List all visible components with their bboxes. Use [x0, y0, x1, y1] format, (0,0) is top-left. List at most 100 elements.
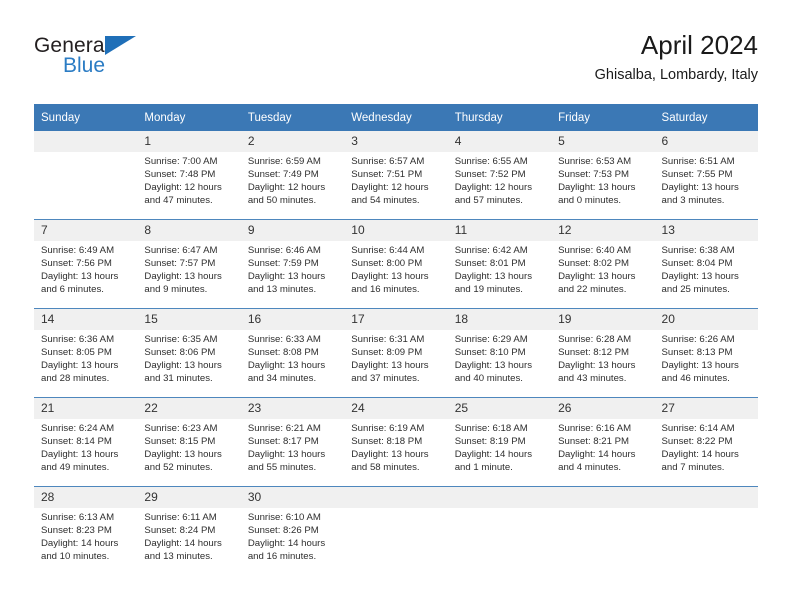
calendar-day-cell[interactable]: 27 Sunrise: 6:14 AM Sunset: 8:22 PM Dayligh… [654, 397, 758, 487]
daylight-text-line1: Daylight: 13 hours [144, 270, 222, 282]
day-number [551, 487, 655, 508]
daylight-text-line1: Daylight: 12 hours [247, 181, 326, 193]
sunset-text: Sunset: 8:21 PM [558, 435, 630, 447]
calendar-day-cell-empty [344, 486, 448, 575]
day-number: 7 [34, 220, 138, 241]
calendar-day-cell[interactable]: 16 Sunrise: 6:33 AM Sunset: 8:08 PM Dayligh… [240, 308, 345, 398]
day-number: 6 [654, 131, 758, 152]
sunrise-text: Sunrise: 6:14 AM [661, 423, 735, 434]
day-details: Sunrise: 6:14 AM Sunset: 8:22 PM Daylight:… [655, 419, 758, 475]
day-number: 19 [551, 309, 655, 330]
daylight-text-line1: Daylight: 13 hours [558, 270, 636, 282]
sunset-text: Sunset: 8:02 PM [558, 257, 630, 269]
daylight-text-line2: and 0 minutes. [558, 194, 622, 206]
calendar-day-cell[interactable]: 8 Sunrise: 6:47 AM Sunset: 7:57 PM Daylight… [137, 219, 241, 309]
calendar-day-cell[interactable]: 14 Sunrise: 6:36 AM Sunset: 8:05 PM Dayligh… [34, 308, 138, 398]
weekday-header-sunday: Sunday [34, 104, 138, 131]
weekday-header-saturday: Saturday [654, 104, 758, 131]
sunrise-text: Sunrise: 6:18 AM [454, 423, 528, 434]
sunrise-text: Sunrise: 6:57 AM [351, 156, 425, 167]
calendar-day-cell[interactable]: 19 Sunrise: 6:28 AM Sunset: 8:12 PM Dayligh… [551, 308, 655, 398]
calendar-header-row: Sunday Monday Tuesday Wednesday Thursday… [34, 104, 758, 131]
calendar-day-cell[interactable]: 21 Sunrise: 6:24 AM Sunset: 8:14 PM Dayligh… [34, 397, 138, 487]
daylight-text-line2: and 13 minutes. [144, 550, 213, 562]
calendar-day-cell[interactable]: 26 Sunrise: 6:16 AM Sunset: 8:21 PM Dayligh… [551, 397, 655, 487]
calendar-page: General Blue April 2024 Ghisalba, Lombar… [0, 0, 792, 612]
calendar-day-cell[interactable]: 29 Sunrise: 6:11 AM Sunset: 8:24 PM Dayligh… [137, 486, 241, 575]
sunset-text: Sunset: 8:06 PM [144, 346, 216, 358]
day-details: Sunrise: 6:19 AM Sunset: 8:18 PM Daylight:… [344, 419, 447, 475]
day-details: Sunrise: 6:23 AM Sunset: 8:15 PM Daylight:… [137, 419, 240, 475]
daylight-text-line2: and 10 minutes. [41, 550, 110, 562]
sunrise-text: Sunrise: 6:36 AM [41, 334, 115, 345]
day-details: Sunrise: 6:11 AM Sunset: 8:24 PM Daylight:… [137, 508, 240, 564]
logo-text-blue: Blue [63, 54, 106, 77]
day-details: Sunrise: 6:35 AM Sunset: 8:06 PM Daylight:… [137, 330, 240, 386]
calendar-day-cell[interactable]: 15 Sunrise: 6:35 AM Sunset: 8:06 PM Dayligh… [137, 308, 241, 398]
calendar-day-cell[interactable]: 17 Sunrise: 6:31 AM Sunset: 8:09 PM Dayligh… [344, 308, 448, 398]
calendar-day-cell[interactable]: 7 Sunrise: 6:49 AM Sunset: 7:56 PM Daylight… [34, 219, 138, 309]
daylight-text-line1: Daylight: 13 hours [41, 359, 119, 371]
calendar-day-cell[interactable]: 30 Sunrise: 6:10 AM Sunset: 8:26 PM Dayligh… [240, 486, 345, 575]
sunset-text: Sunset: 7:59 PM [247, 257, 319, 269]
sunrise-text: Sunrise: 6:46 AM [247, 245, 321, 256]
calendar-day-cell[interactable]: 12 Sunrise: 6:40 AM Sunset: 8:02 PM Dayligh… [551, 219, 655, 309]
calendar-day-cell[interactable]: 23 Sunrise: 6:21 AM Sunset: 8:17 PM Dayligh… [240, 397, 345, 487]
calendar-day-cell[interactable]: 18 Sunrise: 6:29 AM Sunset: 8:10 PM Dayligh… [447, 308, 552, 398]
sunrise-text: Sunrise: 6:44 AM [351, 245, 425, 256]
calendar-day-cell[interactable]: 2 Sunrise: 6:59 AM Sunset: 7:49 PM Daylight… [240, 131, 345, 220]
daylight-text-line2: and 40 minutes. [454, 372, 523, 384]
calendar-day-cell-empty [447, 486, 552, 575]
sunset-text: Sunset: 8:23 PM [41, 524, 112, 536]
day-number: 23 [240, 398, 345, 419]
sunrise-text: Sunrise: 6:24 AM [41, 423, 115, 434]
daylight-text-line1: Daylight: 14 hours [558, 448, 636, 460]
day-details: Sunrise: 6:18 AM Sunset: 8:19 PM Daylight:… [448, 419, 551, 475]
calendar-day-cell[interactable]: 13 Sunrise: 6:38 AM Sunset: 8:04 PM Dayligh… [654, 219, 758, 309]
calendar-day-cell[interactable]: 25 Sunrise: 6:18 AM Sunset: 8:19 PM Dayligh… [447, 397, 552, 487]
sunset-text: Sunset: 8:19 PM [454, 435, 526, 447]
calendar-day-cell[interactable]: 9 Sunrise: 6:46 AM Sunset: 7:59 PM Daylight… [240, 219, 345, 309]
calendar-day-cell[interactable]: 24 Sunrise: 6:19 AM Sunset: 8:18 PM Dayligh… [344, 397, 448, 487]
sunrise-text: Sunrise: 6:42 AM [454, 245, 528, 256]
weekday-header-friday: Friday [551, 104, 655, 131]
sunset-text: Sunset: 8:01 PM [454, 257, 526, 269]
calendar-day-cell[interactable]: 1 Sunrise: 7:00 AM Sunset: 7:48 PM Daylight… [137, 131, 241, 220]
daylight-text-line2: and 3 minutes. [661, 194, 725, 206]
day-number: 11 [447, 220, 552, 241]
day-number: 29 [137, 487, 241, 508]
sunrise-text: Sunrise: 6:33 AM [247, 334, 321, 345]
daylight-text-line2: and 46 minutes. [661, 372, 730, 384]
calendar-day-cell[interactable]: 10 Sunrise: 6:44 AM Sunset: 8:00 PM Dayligh… [344, 219, 448, 309]
daylight-text-line1: Daylight: 13 hours [661, 181, 739, 193]
day-details: Sunrise: 6:33 AM Sunset: 8:08 PM Daylight:… [241, 330, 344, 386]
day-number: 18 [447, 309, 552, 330]
general-blue-logo[interactable]: General Blue [34, 34, 214, 90]
calendar-day-cell[interactable]: 20 Sunrise: 6:26 AM Sunset: 8:13 PM Dayligh… [654, 308, 758, 398]
day-details: Sunrise: 6:24 AM Sunset: 8:14 PM Daylight:… [34, 419, 137, 475]
calendar-day-cell[interactable]: 22 Sunrise: 6:23 AM Sunset: 8:15 PM Dayligh… [137, 397, 241, 487]
title-block: April 2024 Ghisalba, Lombardy, Italy [595, 28, 758, 86]
day-number: 13 [654, 220, 758, 241]
calendar-day-cell[interactable]: 6 Sunrise: 6:51 AM Sunset: 7:55 PM Daylight… [654, 131, 758, 220]
daylight-text-line2: and 16 minutes. [351, 283, 420, 295]
daylight-text-line2: and 25 minutes. [661, 283, 730, 295]
sunrise-text: Sunrise: 6:51 AM [661, 156, 735, 167]
calendar-day-cell[interactable]: 5 Sunrise: 6:53 AM Sunset: 7:53 PM Daylight… [551, 131, 655, 220]
calendar-day-cell[interactable]: 3 Sunrise: 6:57 AM Sunset: 7:51 PM Daylight… [344, 131, 448, 220]
day-number: 3 [344, 131, 448, 152]
daylight-text-line1: Daylight: 13 hours [558, 359, 636, 371]
daylight-text-line1: Daylight: 13 hours [351, 359, 429, 371]
daylight-text-line1: Daylight: 13 hours [247, 270, 326, 282]
sunrise-text: Sunrise: 6:59 AM [247, 156, 321, 167]
day-details: Sunrise: 6:26 AM Sunset: 8:13 PM Daylight:… [655, 330, 758, 386]
day-details: Sunrise: 6:21 AM Sunset: 8:17 PM Daylight:… [241, 419, 344, 475]
calendar-day-cell[interactable]: 11 Sunrise: 6:42 AM Sunset: 8:01 PM Dayligh… [447, 219, 552, 309]
daylight-text-line2: and 37 minutes. [351, 372, 420, 384]
day-number: 15 [137, 309, 241, 330]
day-details: Sunrise: 6:10 AM Sunset: 8:26 PM Daylight:… [241, 508, 344, 564]
calendar-day-cell[interactable]: 28 Sunrise: 6:13 AM Sunset: 8:23 PM Dayligh… [34, 486, 138, 575]
calendar-day-cell[interactable]: 4 Sunrise: 6:55 AM Sunset: 7:52 PM Daylight… [447, 131, 552, 220]
day-number: 27 [654, 398, 758, 419]
day-number: 26 [551, 398, 655, 419]
